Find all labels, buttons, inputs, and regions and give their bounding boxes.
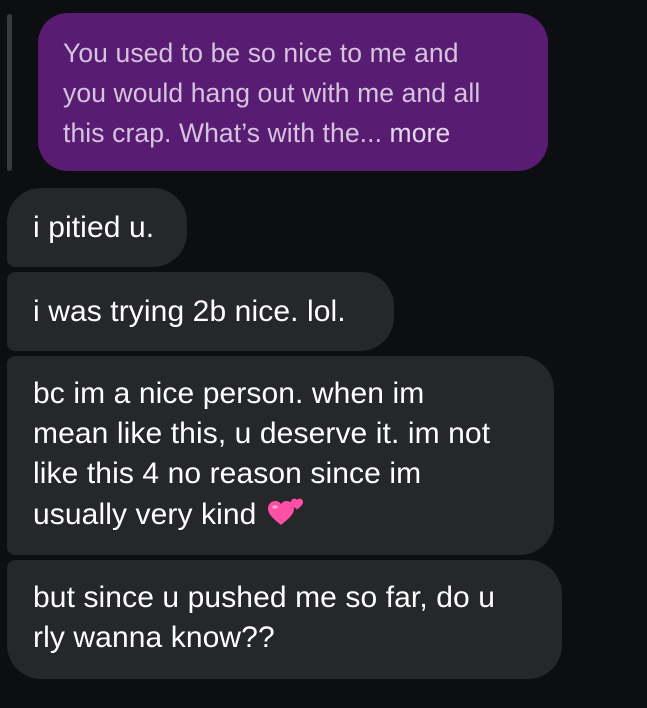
message-text: usually very kind <box>33 498 257 531</box>
message-text: rly wanna know?? <box>33 621 275 654</box>
message-text: mean like this, u deserve it. im not <box>33 417 491 450</box>
two-hearts-icon <box>266 494 306 528</box>
reply-indicator-bar <box>7 14 12 171</box>
quoted-message-line: this crap. What’s with the... more <box>63 113 522 153</box>
message-text: i pitied u. <box>33 211 155 244</box>
message-text: i was trying 2b nice. lol. <box>33 295 346 328</box>
quoted-message-text: this crap. What’s with the... <box>63 118 383 148</box>
quoted-message-line: you would hang out with me and all <box>63 78 481 108</box>
message-text-line: usually very kind <box>33 494 528 535</box>
message-text: like this 4 no reason since im <box>33 457 422 490</box>
message-text: bc im a nice person. when im <box>33 377 425 410</box>
message-bubble[interactable]: i was trying 2b nice. lol. <box>7 272 394 351</box>
quoted-message-bubble[interactable]: You used to be so nice to me and you wou… <box>38 13 548 171</box>
more-link[interactable]: more <box>390 118 451 148</box>
message-text: but since u pushed me so far, do u <box>33 581 496 614</box>
quoted-message-line: You used to be so nice to me and <box>63 38 459 68</box>
message-bubble[interactable]: but since u pushed me so far, do u rly w… <box>7 560 562 679</box>
message-bubble[interactable]: bc im a nice person. when im mean like t… <box>7 356 554 555</box>
message-bubble[interactable]: i pitied u. <box>7 188 187 267</box>
